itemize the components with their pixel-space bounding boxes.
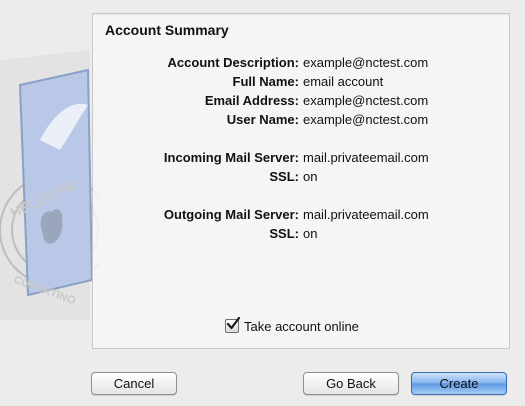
panel-title: Account Summary <box>105 22 229 38</box>
row-full-name: Full Name: email account <box>93 74 509 92</box>
row-label: SSL: <box>269 226 299 241</box>
take-account-online-label: Take account online <box>244 318 359 334</box>
row-value: mail.privateemail.com <box>303 207 429 222</box>
take-account-online-option[interactable]: Take account online <box>225 317 359 335</box>
take-account-online-checkbox[interactable] <box>225 317 240 333</box>
create-button[interactable]: Create <box>411 372 507 395</box>
row-label: SSL: <box>269 169 299 184</box>
account-summary-panel: Account Summary Account Description: exa… <box>92 13 510 349</box>
mail-stamp-icon: HELLO FR CUPERTINO <box>0 50 100 320</box>
row-incoming-ssl: SSL: on <box>93 169 509 187</box>
row-label: Full Name: <box>232 74 299 89</box>
row-label: Outgoing Mail Server: <box>163 207 299 222</box>
row-value: mail.privateemail.com <box>303 150 429 165</box>
row-label: Incoming Mail Server: <box>163 150 299 165</box>
row-label: Email Address: <box>204 93 299 108</box>
row-value: on <box>303 169 318 184</box>
row-email-address: Email Address: example@nctest.com <box>93 93 509 111</box>
checkmark-icon <box>226 317 240 330</box>
row-value: example@nctest.com <box>303 93 429 108</box>
row-label: User Name: <box>226 112 299 127</box>
row-value: on <box>303 226 318 241</box>
row-outgoing-ssl: SSL: on <box>93 226 509 244</box>
row-value: example@nctest.com <box>303 55 429 70</box>
go-back-button[interactable]: Go Back <box>303 372 399 395</box>
row-incoming-server: Incoming Mail Server: mail.privateemail.… <box>93 150 509 168</box>
row-label: Account Description: <box>167 55 299 70</box>
row-user-name: User Name: example@nctest.com <box>93 112 509 130</box>
row-account-description: Account Description: example@nctest.com <box>93 55 509 73</box>
row-value: email account <box>303 74 384 89</box>
cancel-button[interactable]: Cancel <box>91 372 177 395</box>
row-value: example@nctest.com <box>303 112 429 127</box>
row-outgoing-server: Outgoing Mail Server: mail.privateemail.… <box>93 207 509 225</box>
